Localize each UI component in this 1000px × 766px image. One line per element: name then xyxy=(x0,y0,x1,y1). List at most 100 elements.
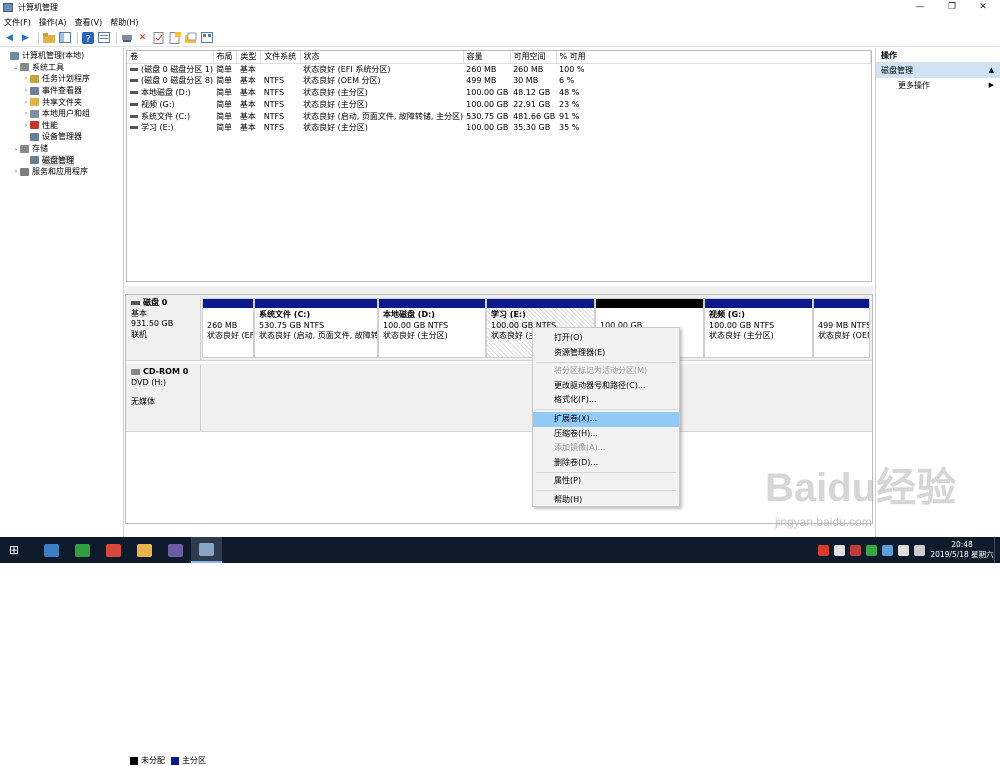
computer-management-app[interactable] xyxy=(191,537,222,563)
delete-icon[interactable]: ✕ xyxy=(136,31,149,44)
collapse-up-icon[interactable]: ▲ xyxy=(989,63,994,78)
tree-item[interactable]: ⌄ 存储 xyxy=(0,143,123,155)
tree-expander-icon[interactable]: › xyxy=(22,110,30,117)
forward-icon[interactable]: ▶ xyxy=(19,31,32,44)
tree-expander-icon[interactable]: › xyxy=(22,75,30,82)
maximize-button[interactable]: ❐ xyxy=(937,0,967,15)
partition-block[interactable]: 本地磁盘 (D:) 100.00 GB NTFS 状态良好 (主分区) xyxy=(378,298,486,358)
tree-expander-icon[interactable]: › xyxy=(22,87,30,94)
back-icon[interactable]: ◀ xyxy=(3,31,16,44)
table-row[interactable]: 系统文件 (C:) 简单 基本 NTFS 状态良好 (启动, 页面文件, 故障转储, 主… xyxy=(127,110,871,122)
tree-item[interactable]: ⌄ 系统工具 xyxy=(0,62,123,74)
cell-text: 学习 (E:) xyxy=(141,123,174,133)
tree-expander-icon[interactable]: ⌄ xyxy=(12,145,20,152)
explorer-app[interactable] xyxy=(36,537,67,563)
column-header[interactable]: % 可用 xyxy=(556,51,872,64)
connect-icon[interactable] xyxy=(120,31,133,44)
table-row[interactable]: 学习 (E:) 简单 基本 NTFS 状态良好 (主分区) 100.00 GB 35.30 … xyxy=(127,122,871,134)
table-row[interactable]: 本地磁盘 (D:) 简单 基本 NTFS 状态良好 (主分区) 100.00 GB 48.1… xyxy=(127,87,871,99)
context-menu-item[interactable]: 格式化(F)... xyxy=(533,393,679,408)
column-header[interactable]: 状态 xyxy=(300,51,464,64)
start-button[interactable]: ⊞ xyxy=(0,537,28,563)
tree-expander-icon[interactable]: ⌄ xyxy=(12,64,20,71)
context-menu-item[interactable]: 扩展卷(X)... xyxy=(533,411,679,427)
partition-block[interactable]: 系统文件 (C:) 530.75 GB NTFS 状态良好 (启动, 页面文件, 故… xyxy=(254,298,378,358)
tree-expander-icon[interactable]: › xyxy=(22,99,30,106)
tray-icon[interactable] xyxy=(850,544,861,556)
column-header[interactable]: 容量 xyxy=(463,51,511,64)
close-button[interactable]: ✕ xyxy=(968,0,998,15)
column-header[interactable]: 类型 xyxy=(236,51,262,64)
context-menu-item[interactable]: 属性(P) xyxy=(533,474,679,489)
tray-icon[interactable] xyxy=(818,544,829,556)
partition-block[interactable]: 260 MB 状态良好 (EFI xyxy=(202,298,254,358)
new-icon[interactable] xyxy=(168,31,181,44)
cdrom-0-label[interactable]: CD-ROM 0 DVD (H:) 无媒体 xyxy=(127,365,201,431)
photos-app[interactable] xyxy=(160,537,191,563)
tree-item[interactable]: 设备管理器 xyxy=(0,131,123,143)
column-header[interactable]: 文件系统 xyxy=(260,51,301,64)
context-menu-item[interactable]: 资源管理器(E) xyxy=(533,346,679,361)
menu-action[interactable]: 操作(A) xyxy=(35,17,71,28)
column-header[interactable]: 卷 xyxy=(127,51,214,64)
tree-item[interactable]: 计算机管理(本地) xyxy=(0,50,123,62)
tree-item[interactable]: › 事件查看器 xyxy=(0,85,123,97)
table-row[interactable]: (磁盘 0 磁盘分区 1) 简单 基本 状态良好 (EFI 系统分区) 260 MB 26… xyxy=(127,63,871,75)
column-header[interactable]: 可用空间 xyxy=(510,51,557,64)
context-menu-item[interactable]: 压缩卷(H)... xyxy=(533,427,679,442)
browser-360-app[interactable] xyxy=(67,537,98,563)
navigation-tree: 计算机管理(本地) ⌄ 系统工具 › 任务计划程序 › 事件查看器 › 共享文件夹 › 本地用户和组… xyxy=(0,48,124,537)
table-row[interactable]: 视频 (G:) 简单 基本 NTFS 状态良好 (主分区) 100.00 GB 22.91 … xyxy=(127,98,871,110)
context-menu-item[interactable]: 删除卷(D)... xyxy=(533,456,679,471)
storage-icon xyxy=(20,144,29,153)
disk-0-type: 基本 xyxy=(131,308,147,318)
chrome-app[interactable] xyxy=(98,537,129,563)
minimize-button[interactable]: — xyxy=(905,0,935,15)
tree-item[interactable]: › 本地用户和组 xyxy=(0,108,123,120)
folder-open-icon[interactable] xyxy=(184,31,197,44)
tree-item[interactable]: › 共享文件夹 xyxy=(0,96,123,108)
volume-table-header: 卷布局 类型 文件系统 状态 容量 可用空间% 可用 xyxy=(127,51,872,64)
check-icon[interactable] xyxy=(152,31,165,44)
partition-name: 学习 (E:) xyxy=(491,310,526,319)
show-hide-tree-icon[interactable] xyxy=(58,31,71,44)
context-menu-item[interactable]: 打开(O) xyxy=(533,331,679,346)
show-desktop-button[interactable] xyxy=(994,537,1000,563)
more-actions-item[interactable]: 更多操作 ▶ xyxy=(876,78,1000,93)
context-menu-item[interactable]: 帮助(H) xyxy=(533,493,679,508)
tray-icon[interactable] xyxy=(834,544,845,556)
folder-app[interactable] xyxy=(129,537,160,563)
help-icon[interactable]: ? xyxy=(81,31,94,44)
tree-item[interactable]: 磁盘管理 xyxy=(0,154,123,166)
up-folder-icon[interactable] xyxy=(42,31,55,44)
tree-item[interactable]: › 服务和应用程序 xyxy=(0,166,123,178)
settings-view-icon[interactable] xyxy=(200,31,213,44)
tray-icon[interactable] xyxy=(882,544,893,556)
clock[interactable]: 20:48 2019/5/18 星期六 xyxy=(930,540,994,560)
table-row[interactable]: (磁盘 0 磁盘分区 8) 简单 基本 NTFS 状态良好 (OEM 分区) 499 MB… xyxy=(127,75,871,87)
partition-block[interactable]: 499 MB NTFS 状态良好 (OEM xyxy=(813,298,870,358)
computer-icon xyxy=(10,51,19,60)
table-cell: 状态良好 (主分区) xyxy=(300,122,463,134)
table-cell: 48.12 GB xyxy=(510,87,556,99)
partition-block[interactable]: 视频 (G:) 100.00 GB NTFS 状态良好 (主分区) xyxy=(704,298,813,358)
properties-view-icon[interactable] xyxy=(97,31,110,44)
cell-text: 视频 (G:) xyxy=(141,99,175,109)
table-cell: 100.00 GB xyxy=(463,87,510,99)
tray-icon[interactable] xyxy=(866,544,877,556)
actions-header: 操作 xyxy=(876,48,1000,63)
tree-item[interactable]: › 性能 xyxy=(0,120,123,132)
tree-item[interactable]: › 任务计划程序 xyxy=(0,73,123,85)
actions-section-disk-management[interactable]: 磁盘管理 ▲ xyxy=(876,63,1000,78)
tray-icon[interactable] xyxy=(914,544,925,556)
column-header[interactable]: 布局 xyxy=(213,51,238,64)
tray-icon[interactable] xyxy=(898,544,909,556)
tree-expander-icon[interactable]: › xyxy=(12,168,20,175)
menu-view[interactable]: 查看(V) xyxy=(71,17,107,28)
pane-splitter[interactable] xyxy=(125,286,873,294)
context-menu-item[interactable]: 更改驱动器号和路径(C)... xyxy=(533,379,679,394)
menu-file[interactable]: 文件(F) xyxy=(0,17,35,28)
tree-expander-icon[interactable]: › xyxy=(22,122,30,129)
menu-help[interactable]: 帮助(H) xyxy=(106,17,142,28)
disk-0-label[interactable]: 磁盘 0 基本 931.50 GB 联机 xyxy=(127,296,201,360)
